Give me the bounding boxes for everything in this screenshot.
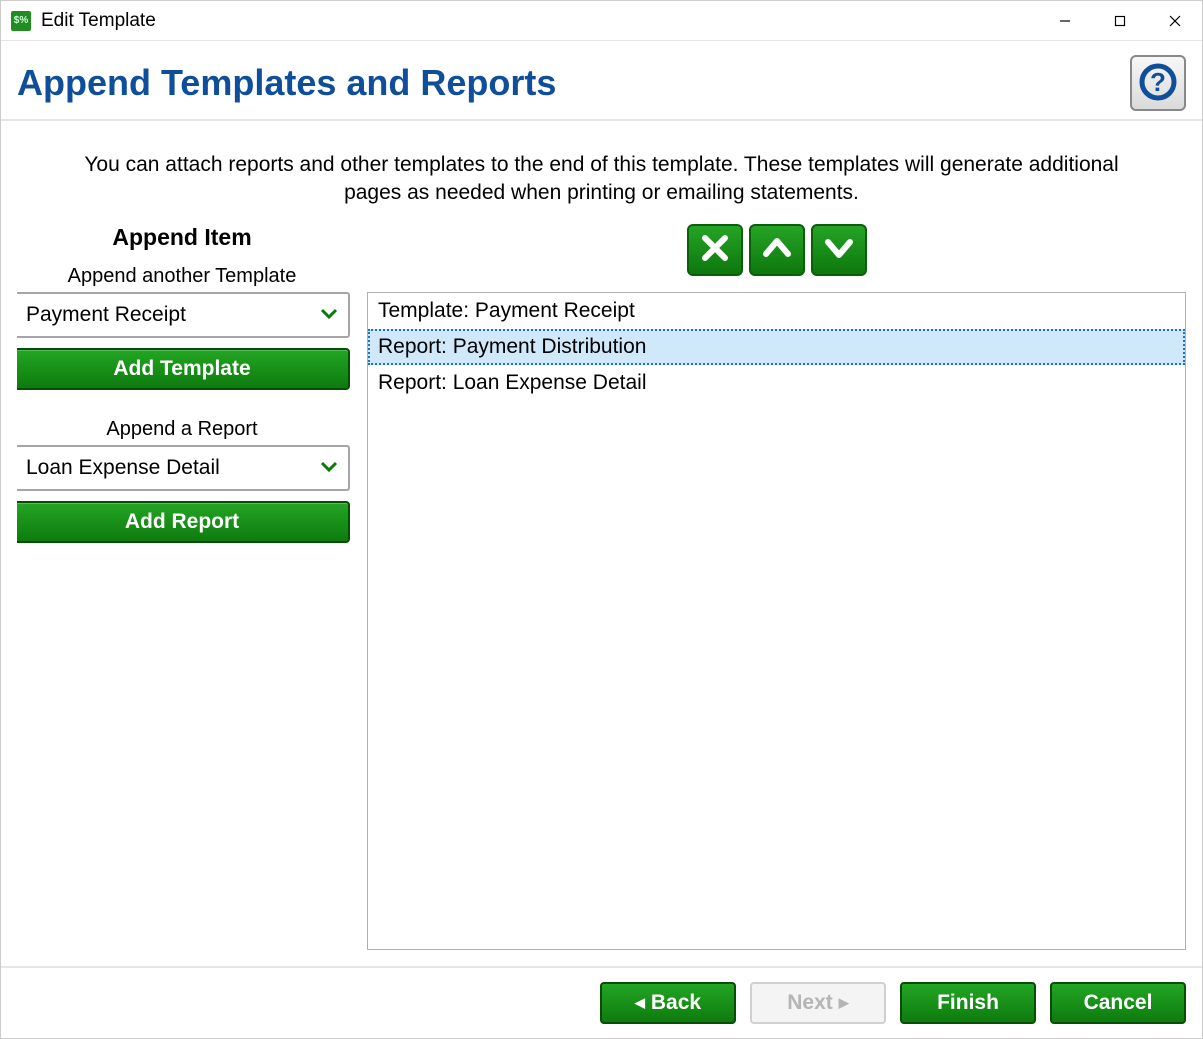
body: You can attach reports and other templat… [1, 121, 1202, 966]
template-combobox-value: Payment Receipt [26, 303, 186, 327]
header: Append Templates and Reports ? [1, 41, 1202, 121]
svg-text:?: ? [1150, 67, 1166, 97]
footer: ◀ Back Next ▶ Finish Cancel [1, 966, 1202, 1038]
chevron-down-icon [823, 232, 855, 267]
list-panel: Template: Payment ReceiptReport: Payment… [367, 224, 1186, 950]
move-up-button[interactable] [749, 224, 805, 276]
window-title: Edit Template [41, 10, 156, 32]
cancel-label: Cancel [1084, 991, 1153, 1015]
back-button[interactable]: ◀ Back [600, 982, 736, 1024]
delete-icon [699, 232, 731, 267]
add-report-label: Add Report [125, 510, 239, 534]
add-template-button[interactable]: Add Template [17, 348, 350, 390]
triangle-right-icon: ▶ [839, 995, 849, 1011]
app-icon: $% [11, 11, 31, 31]
appended-items-listbox[interactable]: Template: Payment ReceiptReport: Payment… [367, 292, 1186, 950]
report-field-label: Append a Report [106, 418, 257, 441]
chevron-down-icon [320, 459, 338, 477]
delete-item-button[interactable] [687, 224, 743, 276]
page-title: Append Templates and Reports [17, 62, 1130, 104]
template-combobox[interactable]: Payment Receipt [17, 292, 350, 338]
append-item-heading: Append Item [112, 224, 251, 251]
move-down-button[interactable] [811, 224, 867, 276]
content-row: Append Item Append another Template Paym… [17, 224, 1186, 950]
list-item[interactable]: Report: Payment Distribution [368, 329, 1185, 365]
add-template-label: Add Template [113, 357, 250, 381]
back-label: Back [651, 991, 701, 1015]
cancel-button[interactable]: Cancel [1050, 982, 1186, 1024]
add-report-button[interactable]: Add Report [17, 501, 350, 543]
list-toolbar [367, 224, 1186, 276]
next-button[interactable]: Next ▶ [750, 982, 886, 1024]
chevron-up-icon [761, 232, 793, 267]
template-field-label: Append another Template [68, 265, 297, 288]
description-text: You can attach reports and other templat… [17, 151, 1186, 208]
minimize-button[interactable] [1037, 1, 1092, 41]
window-controls [1037, 1, 1202, 41]
finish-label: Finish [937, 991, 999, 1015]
append-item-panel: Append Item Append another Template Paym… [17, 224, 367, 950]
report-combobox[interactable]: Loan Expense Detail [17, 445, 350, 491]
help-icon: ? [1138, 62, 1178, 105]
finish-button[interactable]: Finish [900, 982, 1036, 1024]
maximize-button[interactable] [1092, 1, 1147, 41]
chevron-down-icon [320, 306, 338, 324]
next-label: Next [787, 991, 833, 1015]
help-button[interactable]: ? [1130, 55, 1186, 111]
triangle-left-icon: ◀ [635, 995, 645, 1011]
report-combobox-value: Loan Expense Detail [26, 456, 220, 480]
list-item[interactable]: Report: Loan Expense Detail [368, 365, 1185, 401]
close-button[interactable] [1147, 1, 1202, 41]
titlebar: $% Edit Template [1, 1, 1202, 41]
list-item[interactable]: Template: Payment Receipt [368, 293, 1185, 329]
